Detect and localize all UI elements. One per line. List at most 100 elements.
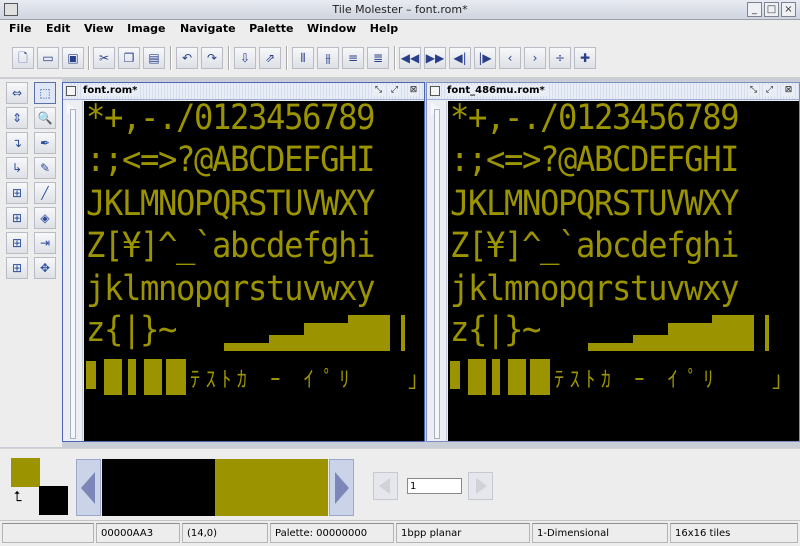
zoom-tool-icon[interactable]: 🔍 (34, 107, 56, 129)
redo-icon[interactable]: ↷ (201, 47, 223, 69)
rotate-right-icon[interactable]: ↴ (6, 132, 28, 154)
frame-font-486mu-rom[interactable]: font_486mu.rom* ⤡ ⤢ ⊠ *+,-./0123456789 :… (426, 82, 800, 442)
page-forward-icon[interactable]: ▶▶ (424, 47, 446, 69)
status-palette: Palette: 00000000 (270, 523, 394, 543)
menu-navigate[interactable]: Navigate (180, 20, 236, 35)
swap-colors-icon[interactable]: ⮤ (14, 490, 22, 504)
page-prev-button[interactable] (373, 472, 398, 500)
open-icon[interactable]: ▭ (37, 47, 59, 69)
tile-minus-icon[interactable]: ÷ (549, 47, 571, 69)
close-window-button[interactable]: × (781, 2, 796, 17)
tile-row: *+,-./0123456789 (86, 101, 375, 138)
tile-row: z{|}~ (450, 310, 541, 350)
toolbar-separator (394, 46, 396, 70)
menu-file[interactable]: File (9, 20, 32, 35)
window-title: Tile Molester – font.rom* (332, 3, 468, 16)
menu-window[interactable]: Window (307, 20, 356, 35)
row-plus-icon[interactable]: ≣ (367, 47, 389, 69)
byte-back-icon[interactable]: ‹ (499, 47, 521, 69)
row-minus-icon[interactable]: ≡ (342, 47, 364, 69)
shift-left-icon[interactable]: ⊞ (6, 182, 28, 204)
paste-icon[interactable]: ▤ (143, 47, 165, 69)
maximize-button[interactable]: □ (764, 2, 779, 17)
menu-image[interactable]: Image (127, 20, 165, 35)
status-mode: 1-Dimensional (532, 523, 668, 543)
export-icon[interactable]: ⇗ (259, 47, 281, 69)
new-icon[interactable]: 🗋 (12, 47, 34, 69)
palette-prev-button[interactable] (76, 459, 101, 516)
minimize-button[interactable]: _ (747, 2, 762, 17)
tile-graphic (348, 315, 390, 351)
copy-icon[interactable]: ❐ (118, 47, 140, 69)
foreground-color-swatch[interactable] (11, 458, 40, 487)
frame-close-icon[interactable]: ⊠ (408, 85, 419, 96)
page-next-button[interactable] (468, 472, 493, 500)
page-back-icon[interactable]: ◀◀ (399, 47, 421, 69)
save-icon[interactable]: ▣ (62, 47, 84, 69)
line-tool-icon[interactable]: ╱ (34, 182, 56, 204)
menubar: File Edit View Image Navigate Palette Wi… (0, 20, 800, 38)
toolbar-separator (88, 46, 90, 70)
menu-help[interactable]: Help (370, 20, 398, 35)
menu-edit[interactable]: Edit (46, 20, 70, 35)
background-color-swatch[interactable] (39, 486, 68, 515)
cut-icon[interactable]: ✂ (93, 47, 115, 69)
tile-row: jklmnopqrstuvwxy (86, 269, 375, 309)
page-number-input[interactable] (407, 478, 462, 494)
pencil-tool-icon[interactable]: ✎ (34, 157, 56, 179)
frame-minimize-icon[interactable]: ⤡ (748, 85, 759, 96)
palette-swatch[interactable] (215, 459, 272, 516)
vertical-flip-icon[interactable]: ⇕ (6, 107, 28, 129)
import-icon[interactable]: ⇩ (234, 47, 256, 69)
replace-color-icon[interactable]: ⇥ (34, 232, 56, 254)
tile-canvas[interactable]: *+,-./0123456789 :;<=>?@ABCDEFGHI JKLMNO… (84, 101, 424, 441)
frame-title: font.rom* (83, 85, 140, 96)
frame-icon (430, 86, 440, 96)
scroll-thumb[interactable] (434, 109, 440, 439)
tile-canvas[interactable]: *+,-./0123456789 :;<=>?@ABCDEFGHI JKLMNO… (448, 101, 799, 441)
toolbar-separator (286, 46, 288, 70)
frame-titlebar[interactable]: font_486mu.rom* ⤡ ⤢ ⊠ (427, 83, 799, 100)
palette-swatch[interactable] (102, 459, 159, 516)
row-forward-icon[interactable]: |▶ (474, 47, 496, 69)
palette-swatch[interactable] (271, 459, 328, 516)
window-titlebar[interactable]: Tile Molester – font.rom* _ □ × (0, 0, 800, 20)
select-tool-icon[interactable]: ⬚ (34, 82, 56, 104)
tile-row: :;<=>?@ABCDEFGHI (86, 140, 375, 180)
vertical-scrollbar[interactable] (427, 101, 447, 441)
col-minus-icon[interactable]: ⫴ (292, 47, 314, 69)
move-tool-icon[interactable]: ✥ (34, 257, 56, 279)
tile-plus-icon[interactable]: ✚ (574, 47, 596, 69)
frame-maximize-icon[interactable]: ⤢ (389, 85, 400, 96)
palette-swatch[interactable] (158, 459, 215, 516)
scroll-thumb[interactable] (70, 109, 76, 439)
shift-down-icon[interactable]: ⊞ (6, 257, 28, 279)
rotate-left-icon[interactable]: ↳ (6, 157, 28, 179)
col-plus-icon[interactable]: ⫵ (317, 47, 339, 69)
menu-palette[interactable]: Palette (249, 20, 293, 35)
byte-forward-icon[interactable]: › (524, 47, 546, 69)
undo-icon[interactable]: ↶ (176, 47, 198, 69)
frame-close-icon[interactable]: ⊠ (783, 85, 794, 96)
toolbar-separator (170, 46, 172, 70)
frame-maximize-icon[interactable]: ⤢ (764, 85, 775, 96)
tile-row: jklmnopqrstuvwxy (450, 269, 739, 309)
menu-view[interactable]: View (84, 20, 114, 35)
palette-next-button[interactable] (329, 459, 354, 516)
horizontal-flip-icon[interactable]: ⇔ (6, 82, 28, 104)
tile-graphic (86, 361, 96, 389)
tile-row: z{|}~ (86, 310, 177, 350)
vertical-scrollbar[interactable] (63, 101, 83, 441)
tile-graphic (128, 359, 136, 395)
tool-palette: ⇔ ⬚ ⇕ 🔍 ↴ ✒ ↳ ✎ ⊞ ╱ ⊞ ◈ ⊞ ⇥ ⊞ ✥ (0, 79, 62, 447)
frame-font-rom[interactable]: font.rom* ⤡ ⤢ ⊠ *+,-./0123456789 :;<=>?@… (62, 82, 425, 442)
tile-row: *+,-./0123456789 (450, 101, 739, 138)
color-picker-icon[interactable]: ✒ (34, 132, 56, 154)
toolbar-separator (228, 46, 230, 70)
shift-up-icon[interactable]: ⊞ (6, 232, 28, 254)
row-back-icon[interactable]: ◀| (449, 47, 471, 69)
fill-tool-icon[interactable]: ◈ (34, 207, 56, 229)
shift-right-icon[interactable]: ⊞ (6, 207, 28, 229)
frame-titlebar[interactable]: font.rom* ⤡ ⤢ ⊠ (63, 83, 424, 100)
frame-minimize-icon[interactable]: ⤡ (373, 85, 384, 96)
